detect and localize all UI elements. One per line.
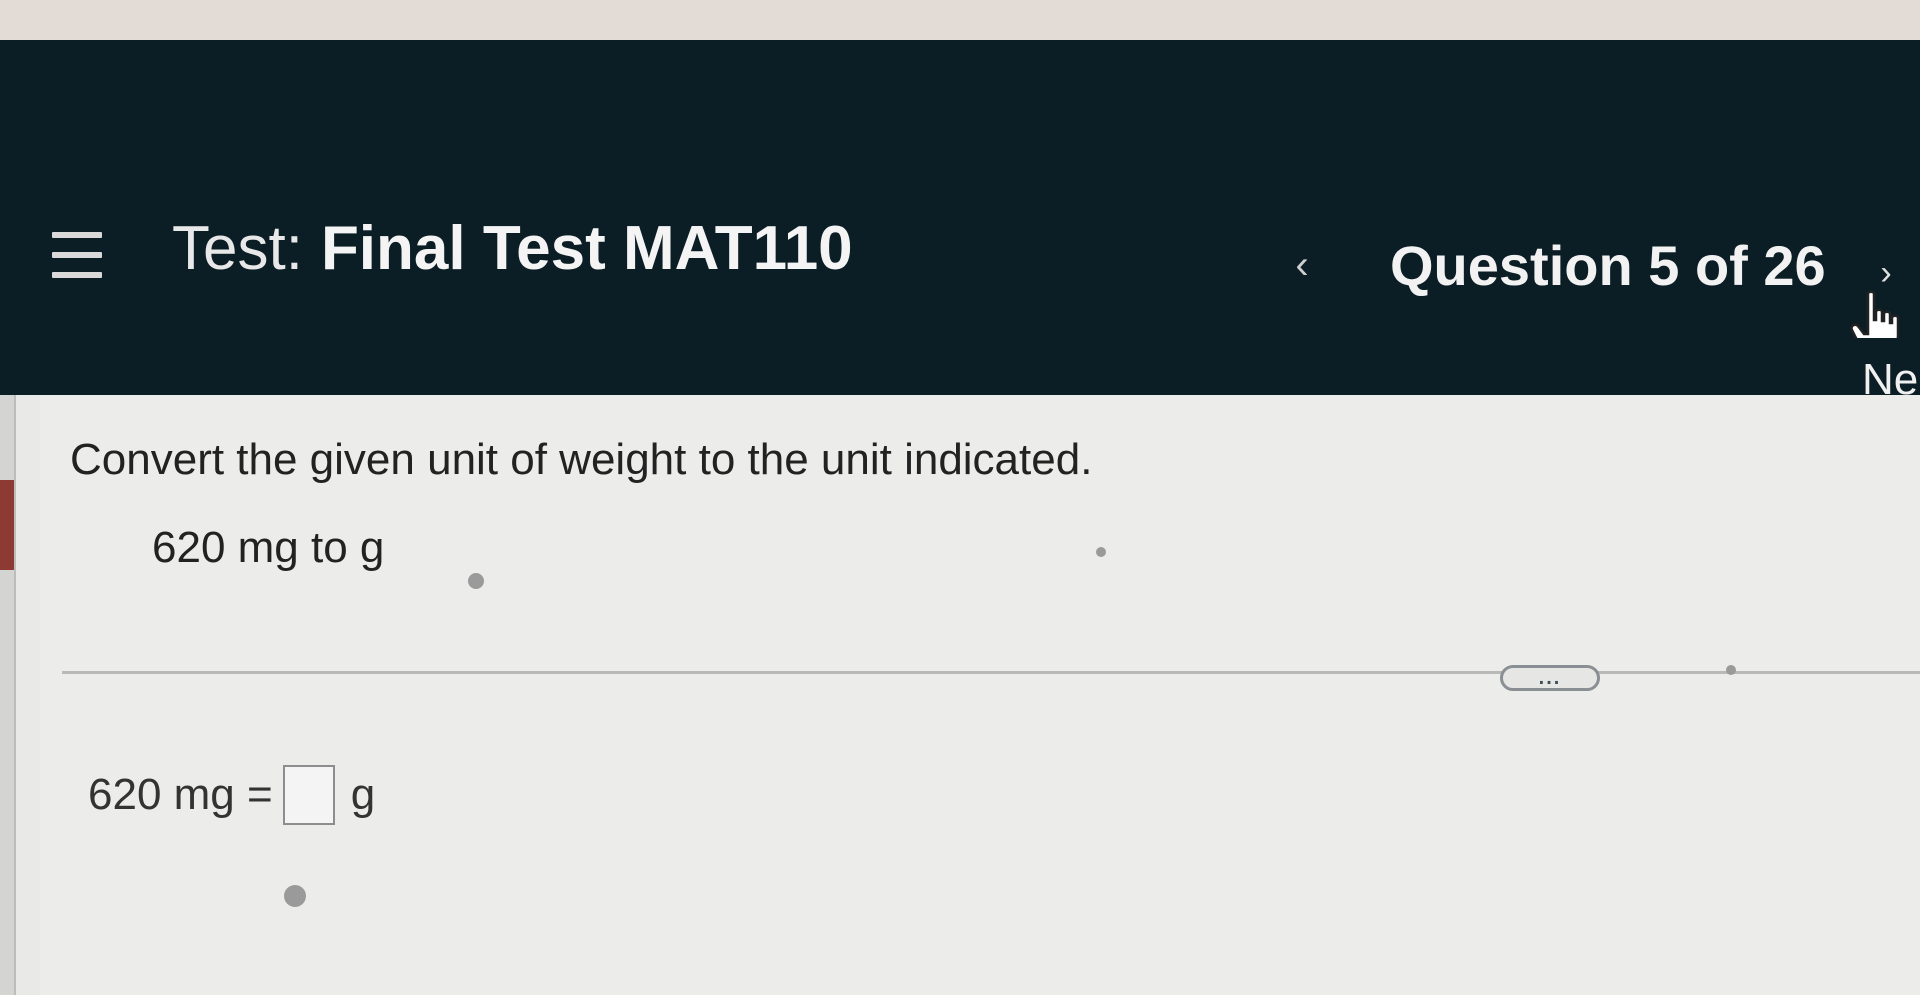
question-instruction: Convert the given unit of weight to the … (70, 435, 1093, 484)
test-title-name: Final Test MAT110 (320, 214, 853, 283)
answer-row: 620 mg = g (88, 765, 375, 825)
screen-speck (1726, 665, 1736, 675)
screen-speck (468, 573, 484, 589)
left-edge-accent (0, 480, 14, 570)
screen-speck (1096, 547, 1106, 557)
hamburger-menu-icon[interactable] (52, 232, 102, 278)
browser-top-strip (0, 0, 1920, 40)
test-title: Test: Final Test MAT110 (172, 218, 853, 280)
test-header: Test: Final Test MAT110 ‹ Question 5 of 2… (0, 40, 1920, 395)
answer-unit: g (350, 770, 376, 819)
question-problem: 620 mg to g (152, 523, 385, 572)
answer-left-expression: 620 mg = (88, 770, 273, 819)
more-options-button[interactable]: ... (1500, 665, 1600, 691)
section-divider (62, 671, 1920, 674)
previous-question-button[interactable]: ‹ (1282, 240, 1322, 290)
answer-input-box[interactable] (282, 765, 335, 825)
screen-speck (284, 885, 306, 907)
test-title-prefix: Test: (172, 214, 303, 283)
question-counter: Question 5 of 26 (1390, 234, 1826, 297)
question-panel: Convert the given unit of weight to the … (40, 395, 1920, 995)
